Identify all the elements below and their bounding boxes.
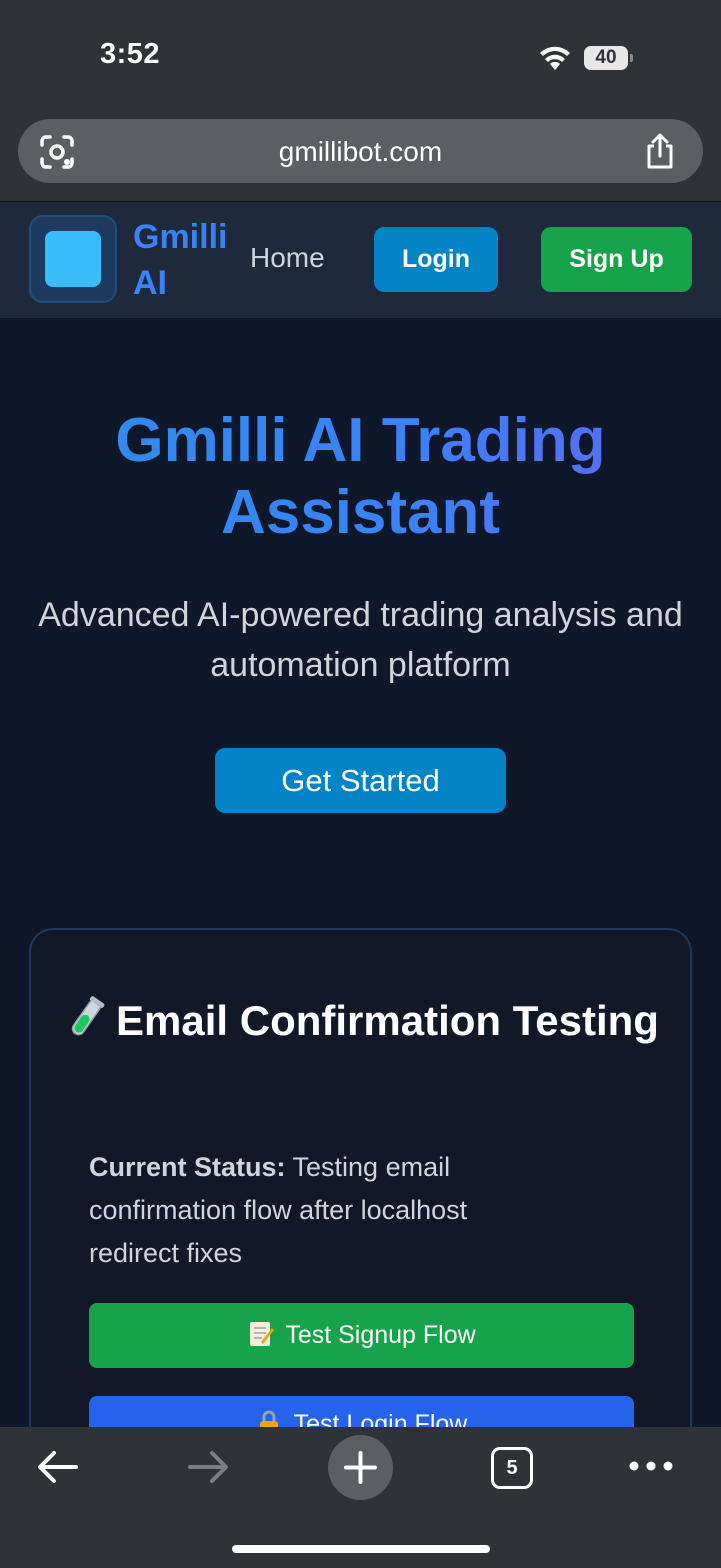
browser-top-bar: 3:52 40 gmillibot.com — [0, 0, 721, 201]
status-time: 3:52 — [100, 38, 161, 70]
card-title: Email Confirmation Testing — [31, 992, 694, 1050]
logo-icon[interactable] — [29, 215, 117, 303]
more-icon[interactable] — [628, 1459, 674, 1473]
back-arrow-icon[interactable] — [36, 1449, 80, 1485]
new-tab-button[interactable] — [328, 1435, 393, 1500]
browser-bottom-toolbar: 5 — [0, 1427, 721, 1568]
current-status: Current Status: Testing email confirmati… — [89, 1146, 559, 1275]
test-signup-flow-button[interactable]: Test Signup Flow — [89, 1303, 634, 1368]
email-testing-card: Email Confirmation Testing Current Statu… — [29, 928, 694, 1461]
status-label: Current Status: — [89, 1152, 286, 1182]
share-icon[interactable] — [643, 132, 677, 170]
battery-level: 40 — [595, 47, 617, 68]
plus-icon — [344, 1451, 377, 1484]
nav-home-link[interactable]: Home — [250, 242, 325, 274]
address-bar[interactable]: gmillibot.com — [18, 119, 703, 183]
battery-icon: 40 — [584, 46, 633, 70]
wifi-icon — [540, 46, 570, 70]
get-started-button[interactable]: Get Started — [215, 748, 506, 813]
hero-title: Gmilli AI Trading Assistant — [0, 405, 721, 549]
signup-button[interactable]: Sign Up — [541, 227, 692, 292]
hero-subtitle: Advanced AI-powered trading analysis and… — [38, 596, 683, 684]
card-title-text: Email Confirmation Testing — [116, 997, 659, 1044]
signup-flow-label: Test Signup Flow — [285, 1321, 476, 1349]
site-navbar: Gmilli AI Home Login Sign Up — [0, 201, 721, 318]
forward-arrow-icon[interactable] — [186, 1449, 230, 1485]
tabs-button[interactable]: 5 — [491, 1447, 533, 1489]
login-button[interactable]: Login — [374, 227, 498, 292]
memo-icon — [250, 1322, 275, 1346]
home-indicator — [232, 1545, 490, 1553]
test-tube-icon — [71, 996, 105, 1036]
brand-name[interactable]: Gmilli AI — [133, 214, 243, 306]
url-text: gmillibot.com — [278, 136, 443, 167]
